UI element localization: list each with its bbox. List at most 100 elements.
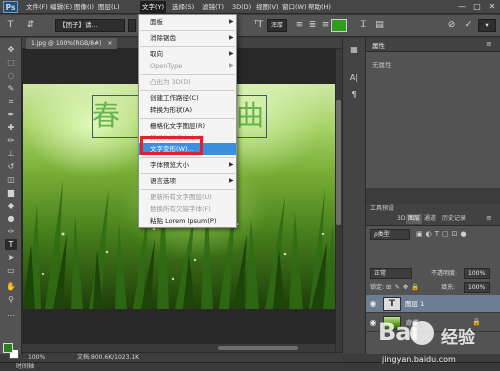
blend-mode-select[interactable]: 正常 (370, 268, 412, 279)
menu-item-antialias[interactable]: 消除锯齿 (139, 32, 236, 44)
menu-item-convert-to-shape[interactable]: 转换为形状(A) (139, 104, 236, 116)
shape-tool-icon[interactable]: ▭ (5, 265, 17, 276)
menu-item-font-preview-size[interactable]: 字体预览大小 (139, 159, 236, 171)
workspace-switcher[interactable]: ▾ (478, 19, 496, 32)
eye-icon[interactable]: ◉ (368, 314, 378, 332)
crop-tool-icon[interactable]: ⌗ (5, 96, 17, 107)
font-family-select[interactable]: 【团子】请... (55, 19, 125, 32)
baidu-paw-icon (410, 321, 434, 345)
maximize-button[interactable]: □ (471, 2, 483, 12)
menu-select[interactable]: 选择(S) (170, 1, 196, 13)
menu-window[interactable]: 窗口(W) (280, 1, 309, 13)
minimize-button[interactable]: — (456, 2, 468, 12)
menu-edit[interactable]: 编辑(E) (48, 1, 74, 13)
tab-channels[interactable]: 通道 (422, 214, 438, 224)
opacity-label: 不透明度: (431, 270, 458, 277)
zoom-tool-icon[interactable]: ⚲ (5, 294, 17, 305)
timeline-label[interactable]: 时间轴 (16, 362, 34, 371)
edit-toolbar-icon[interactable]: ⋯ (5, 310, 17, 321)
type-tool-icon[interactable]: T (5, 239, 17, 250)
dodge-tool-icon[interactable]: ● (5, 213, 17, 224)
layer-kind-filter[interactable]: ρ类型 (370, 229, 410, 240)
align-left-icon[interactable]: ≡ (293, 19, 306, 32)
tab-layers[interactable]: 图层 (406, 214, 423, 224)
align-center-icon[interactable]: ≣ (306, 19, 319, 32)
canvas-text-char-2[interactable]: 曲 (236, 96, 264, 136)
eyedropper-tool-icon[interactable]: ✒ (5, 109, 17, 120)
eraser-tool-icon[interactable]: ◫ (5, 174, 17, 185)
menu-type[interactable]: 文字(Y) (140, 1, 167, 13)
fill-label: 填充: (441, 284, 456, 291)
menu-separator (140, 173, 235, 174)
layer-filter-icons[interactable]: ▣◐T▢⊡● (416, 229, 496, 240)
type-tool-preset-icon[interactable]: T (4, 19, 17, 32)
panel-menu-icon[interactable]: ≡ (486, 40, 492, 48)
menu-bar: Ps 文件(F) 编辑(E) 图像(I) 图层(L) 文字(Y) 选择(S) 滤… (0, 0, 500, 14)
move-tool-icon[interactable]: ✥ (5, 44, 17, 55)
tab-tool-presets[interactable]: 工具预设 (368, 204, 396, 214)
opacity-input[interactable]: 100% (464, 268, 490, 279)
hand-tool-icon[interactable]: ✋ (5, 281, 17, 292)
character-panel-icon[interactable]: ▤ (373, 19, 386, 32)
commit-edit-icon[interactable]: ✓ (462, 19, 475, 32)
paragraph-panel-icon[interactable]: ¶ (348, 89, 360, 101)
menu-item-orientation[interactable]: 取向 (139, 48, 236, 60)
canvas-text-char-1[interactable]: 春 (92, 96, 120, 136)
menu-layer[interactable]: 图层(L) (96, 1, 122, 13)
horizontal-scroll-thumb[interactable] (218, 346, 298, 350)
marquee-tool-icon[interactable]: ⬚ (5, 57, 17, 68)
menu-3d[interactable]: 3D(D) (230, 1, 253, 13)
warp-text-icon[interactable]: Ꮖ (357, 19, 370, 32)
lasso-tool-icon[interactable]: ◌ (5, 70, 17, 81)
healing-brush-icon[interactable]: ✚ (5, 122, 17, 133)
blur-tool-icon[interactable]: ◆ (5, 200, 17, 211)
watermark-label: 经验 (441, 328, 475, 348)
gradient-tool-icon[interactable]: ▆ (5, 187, 17, 198)
tab-history[interactable]: 历史记录 (440, 214, 468, 224)
menu-separator (140, 74, 235, 75)
menu-image[interactable]: 图像(I) (72, 1, 96, 13)
toggle-orientation-icon[interactable]: ⇵ (24, 19, 37, 32)
menu-separator (140, 30, 235, 31)
menu-item-panels[interactable]: 面板 (139, 16, 236, 28)
clone-stamp-icon[interactable]: ⊥ (5, 148, 17, 159)
foreground-color-swatch[interactable] (3, 343, 13, 353)
menu-item-replace-missing-fonts: 替换所有欠缺字体(F) (150, 205, 211, 213)
pen-tool-icon[interactable]: ✑ (5, 226, 17, 237)
close-window-button[interactable]: ✕ (486, 2, 498, 12)
eye-icon[interactable]: ◉ (368, 295, 378, 313)
menu-separator (140, 157, 235, 158)
menu-item-paste-lorem-ipsum[interactable]: 粘贴 Lorem Ipsum(P) (139, 215, 236, 227)
menu-help[interactable]: 帮助(H) (306, 1, 333, 13)
tab-properties[interactable]: 属性 (368, 41, 389, 51)
menu-file[interactable]: 文件(F) (24, 1, 50, 13)
menu-filter[interactable]: 滤镜(T) (200, 1, 226, 13)
submenu-arrow-icon: ▶ (229, 177, 234, 184)
brush-tool-icon[interactable]: ✏ (5, 135, 17, 146)
menu-view[interactable]: 视图(V) (254, 1, 281, 13)
submenu-arrow-icon: ▶ (229, 62, 234, 69)
quick-select-tool-icon[interactable]: ✎ (5, 83, 17, 94)
menu-item-create-work-path[interactable]: 创建工作路径(C) (139, 92, 236, 104)
layer-name[interactable]: 图层 1 (405, 295, 424, 313)
history-brush-icon[interactable]: ↺ (5, 161, 17, 172)
fill-input[interactable]: 100% (464, 282, 490, 293)
path-select-tool-icon[interactable]: ➤ (5, 252, 17, 263)
font-style-select[interactable] (128, 19, 136, 32)
submenu-arrow-icon: ▶ (229, 50, 234, 57)
character-panel-icon[interactable]: A| (348, 72, 360, 84)
layers-panel-menu-icon[interactable]: ≡ (486, 214, 492, 222)
close-tab-icon[interactable]: × (107, 40, 112, 47)
history-panel-icon[interactable]: ▦ (348, 44, 360, 56)
lock-icons[interactable]: ⊞✎✥🔒 (386, 282, 422, 293)
vertical-scroll-thumb[interactable] (336, 100, 341, 225)
document-tab[interactable]: 1.jpg @ 100%(RGB/8#) × (26, 38, 118, 49)
options-bar: T ⇵ 【团子】请... ᵀT 浑厚 ≡ ≣ ≡ Ꮖ ▤ ⊘ ✓ ▾ (0, 15, 500, 37)
submenu-arrow-icon: ▶ (229, 34, 234, 41)
menu-item-rasterize-type[interactable]: 栅格化文字图层(R) (139, 120, 236, 132)
text-color-swatch[interactable] (331, 19, 347, 32)
antialias-select[interactable]: 浑厚 (267, 19, 287, 32)
menu-item-opentype: OpenType (150, 62, 183, 70)
cancel-edit-icon[interactable]: ⊘ (445, 19, 458, 32)
menu-item-language-options[interactable]: 语言选项 (139, 175, 236, 187)
